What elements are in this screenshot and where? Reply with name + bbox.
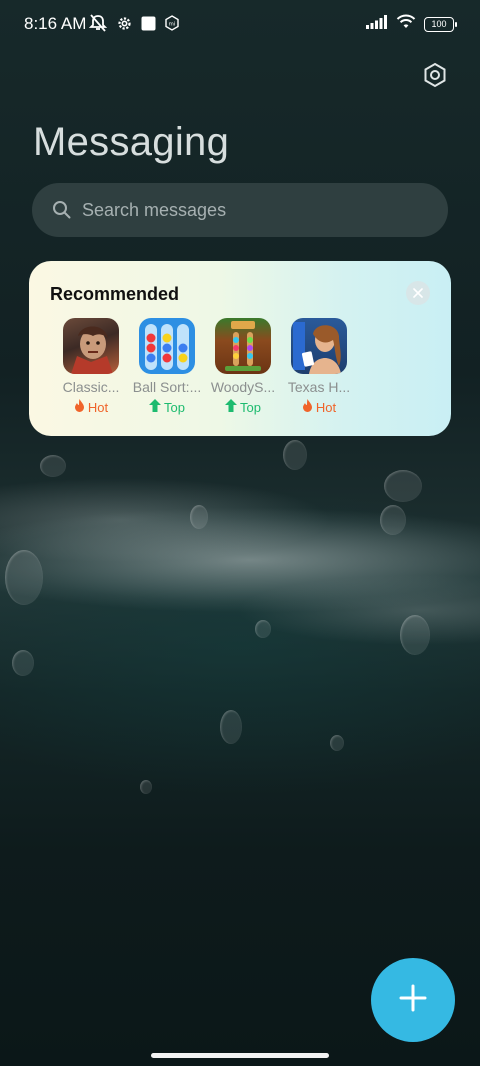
app-badge: Top [149, 399, 185, 415]
search-icon [52, 200, 72, 220]
raindrop [330, 735, 344, 751]
raindrop [283, 440, 307, 470]
app-item[interactable]: Ball Sort:... Top [129, 318, 205, 415]
app-item[interactable]: Classic... Hot [53, 318, 129, 415]
app-icon [215, 318, 271, 374]
app-item[interactable]: WoodyS... Top [205, 318, 281, 415]
search-placeholder: Search messages [82, 199, 227, 220]
signal-icon [366, 14, 388, 34]
page-title: Messaging [33, 120, 230, 164]
app-badge: Hot [74, 399, 108, 415]
raindrop [220, 710, 242, 744]
flame-icon [302, 399, 313, 415]
app-badge-label: Hot [315, 399, 337, 415]
app-name: Ball Sort:... [132, 379, 202, 395]
close-icon [413, 285, 423, 301]
status-bar: 8:16 AM mi 100 [0, 0, 480, 48]
flame-icon [74, 399, 85, 415]
close-button[interactable] [406, 281, 430, 305]
raindrop [40, 455, 66, 477]
raindrop [140, 780, 152, 794]
recommended-title: Recommended [50, 284, 180, 304]
raindrop [5, 550, 43, 605]
status-time: 8:16 AM [24, 14, 87, 33]
mi-icon: mi [164, 15, 180, 36]
app-badge: Top [225, 399, 261, 415]
search-input[interactable]: Search messages [32, 183, 448, 237]
plus-icon [399, 984, 427, 1017]
battery-icon: 100 [424, 16, 457, 32]
raindrop [12, 650, 34, 676]
app-badge-label: Top [240, 399, 261, 415]
app-badge-label: Hot [87, 399, 109, 415]
wifi-icon [396, 14, 416, 34]
recommended-apps: Classic... Hot Ball Sort:... Top WoodyS.… [53, 318, 357, 415]
recommended-card: Recommended Classic... Hot Ball Sort:... [29, 261, 451, 436]
raindrop [255, 620, 271, 638]
arrow-up-icon [225, 399, 238, 415]
app-icon [291, 318, 347, 374]
app-badge: Hot [302, 399, 336, 415]
settings-hexagon-icon [422, 62, 448, 93]
app-icon [63, 318, 119, 374]
gear-icon [116, 15, 133, 37]
app-name: Classic... [62, 379, 120, 395]
bell-off-icon [88, 14, 108, 37]
raindrop [190, 505, 208, 529]
arrow-up-icon [149, 399, 162, 415]
raindrop [400, 615, 430, 655]
new-message-button[interactable] [371, 958, 455, 1042]
square-icon [141, 16, 156, 36]
app-icon [139, 318, 195, 374]
raindrop [380, 505, 406, 535]
settings-button[interactable] [420, 62, 450, 92]
app-badge-label: Top [164, 399, 185, 415]
raindrop [384, 470, 422, 502]
app-name: WoodyS... [210, 379, 276, 395]
app-name: Texas H... [287, 379, 351, 395]
app-item[interactable]: Texas H... Hot [281, 318, 357, 415]
svg-text:mi: mi [169, 22, 176, 28]
home-indicator[interactable] [151, 1053, 329, 1058]
